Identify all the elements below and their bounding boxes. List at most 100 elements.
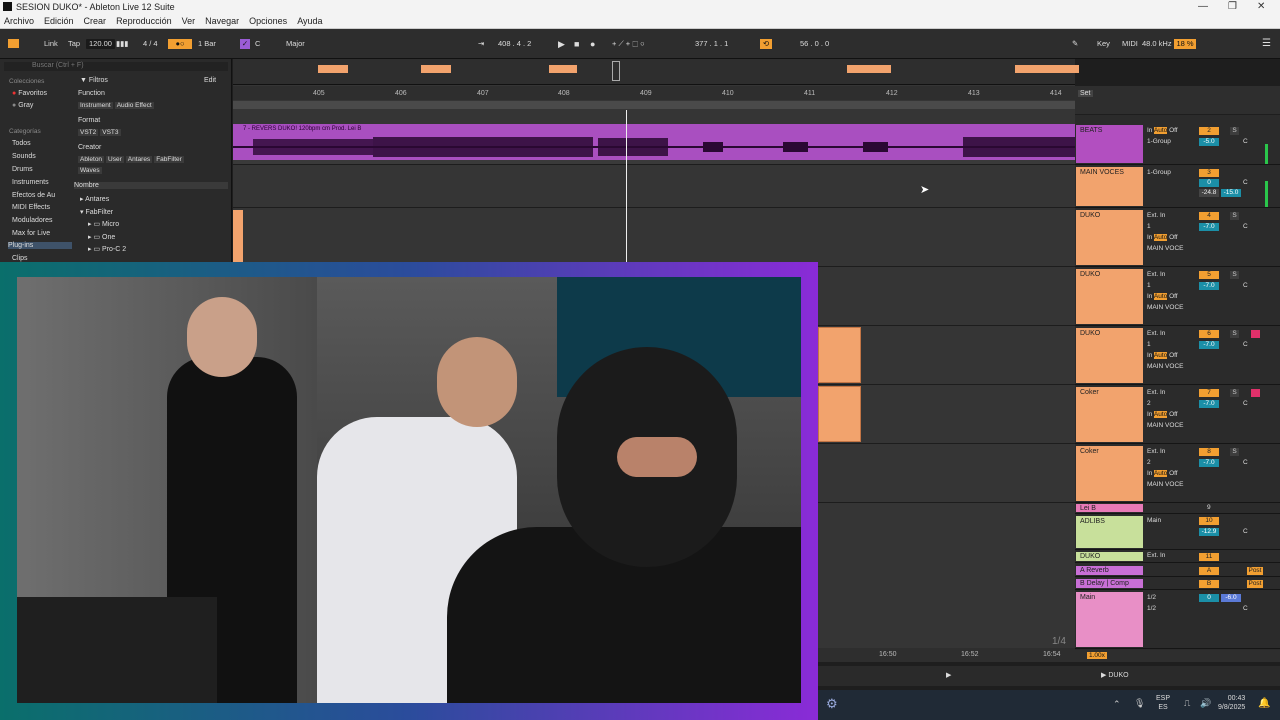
key-select[interactable]: C [255,39,260,49]
track-number[interactable]: 9 [1207,504,1211,511]
loop-icon[interactable]: ⟲ [760,39,772,49]
category-moduladores[interactable]: Moduladores [12,217,52,224]
loop-start-field[interactable]: 377 . 1 . 1 [695,39,728,49]
track-duko-4[interactable]: DUKO Ext. In 11 [1075,551,1280,563]
lane-main-voces[interactable] [233,166,1075,208]
track-name[interactable]: DUKO [1076,552,1143,561]
overview-viewport[interactable] [612,61,620,81]
volume-field[interactable]: -6.0 [1221,594,1241,602]
pan-field[interactable]: C [1243,528,1248,535]
scale-select[interactable]: Major [286,39,305,49]
volume-icon[interactable]: 🔊 [1200,698,1211,709]
stop-icon[interactable]: ■ [574,39,579,49]
category-drums[interactable]: Drums [12,166,33,173]
track-number[interactable]: 5 [1199,271,1219,279]
solo-button[interactable]: S [1230,330,1239,338]
track-number[interactable]: 8 [1199,448,1219,456]
track-coker-2[interactable]: Coker Ext. In 2 In Auto Off MAIN VOCE 8 … [1075,445,1280,503]
category-clips[interactable]: Clips [12,255,28,262]
track-number[interactable]: 11 [1199,553,1219,561]
output-route[interactable]: MAIN VOCE [1147,481,1183,488]
input-channel[interactable]: 1 [1147,282,1151,289]
menu-hamburger-icon[interactable]: ☰ [1262,39,1271,49]
set-button[interactable]: Set [1078,90,1093,97]
output-route[interactable]: 1-Group [1147,138,1171,145]
track-main-voces[interactable]: MAIN VOCES 1-Group 3 0 C -24.8 -15.0 [1075,166,1280,208]
browser-search-input[interactable]: Buscar (Ctrl + F) [4,62,228,71]
menu-ver[interactable]: Ver [182,16,196,26]
arm-button[interactable] [1251,330,1260,338]
track-name[interactable]: Main [1076,592,1143,647]
input-type[interactable]: Ext. In [1147,271,1165,278]
tag-user[interactable]: User [106,156,124,163]
menu-crear[interactable]: Crear [84,16,107,26]
solo-button[interactable]: S [1230,448,1239,456]
threshold-field[interactable]: -15.0 [1221,189,1241,197]
pan-field[interactable]: C [1243,282,1248,289]
output-route[interactable]: 1/2 [1147,594,1156,601]
track-duko-3[interactable]: DUKO Ext. In 1 In Auto Off MAIN VOCE 6 -… [1075,327,1280,385]
volume-field[interactable]: -5.0 [1199,138,1219,146]
tap-button[interactable]: Tap [68,39,80,49]
tree-antares[interactable]: ▸ Antares [80,195,109,203]
solo-button[interactable]: S [1230,127,1239,135]
post-button[interactable]: Post [1247,580,1263,588]
pan-field[interactable]: C [1243,223,1248,230]
minimize-icon[interactable]: — [1198,1,1208,12]
audio-clip[interactable] [818,386,861,442]
output-route[interactable]: MAIN VOCE [1147,422,1183,429]
play-clip-icon[interactable]: ▶ [946,671,951,679]
tree-one[interactable]: ▸ ▭ One [88,233,115,241]
tree-fabfilter[interactable]: ▾ FabFilter [80,208,113,216]
link-button[interactable]: Link [44,39,58,49]
track-adlibs[interactable]: ADLIBS Main 10 -12.9 C [1075,515,1280,550]
metronome-icon[interactable]: ●○ [168,39,192,49]
track-name[interactable]: MAIN VOCES [1076,167,1143,206]
pan-field[interactable]: C [1243,605,1248,612]
key-map-button[interactable]: Key [1097,39,1110,49]
lane-beats[interactable]: 7 - REVERS DUKO! 120bpm cm Prod. Lei B [233,124,1075,165]
input-channel[interactable]: 2 [1147,400,1151,407]
track-name[interactable]: Lei B [1076,504,1143,512]
category-audio-effects[interactable]: Efectos de Au [12,192,55,199]
restore-icon[interactable]: ❐ [1228,1,1237,12]
quantization-select[interactable]: 1 Bar [198,39,216,49]
track-number[interactable]: 4 [1199,212,1219,220]
solo-button[interactable]: S [1230,389,1239,397]
track-name[interactable]: B Delay | Comp [1076,579,1143,588]
microphone-icon[interactable]: 🎙 [1134,698,1145,709]
menu-archivo[interactable]: Archivo [4,16,34,26]
audio-clip-beats[interactable]: 7 - REVERS DUKO! 120bpm cm Prod. Lei B [233,124,1075,160]
pan-field[interactable]: C [1243,341,1248,348]
beat-time-ruler[interactable]: 405 406 407 408 409 410 411 412 413 414 [233,86,1075,100]
track-lei-b[interactable]: Lei B 9 [1075,503,1280,514]
notification-icon[interactable]: 🔔 [1258,698,1270,709]
close-icon[interactable]: ✕ [1257,1,1265,12]
scale-mode-icon[interactable]: ✓ [240,39,250,49]
input-channel[interactable]: 1 [1147,341,1151,348]
menu-ayuda[interactable]: Ayuda [297,16,322,26]
output-route-2[interactable]: 1/2 [1147,605,1156,612]
category-sounds[interactable]: Sounds [12,153,36,160]
pan-field[interactable]: C [1243,179,1248,186]
track-a-reverb[interactable]: A Reverb A Post [1075,565,1280,577]
pan-field[interactable]: C [1243,459,1248,466]
input-type[interactable]: Ext. In [1147,448,1165,455]
track-beats[interactable]: BEATS In Auto Off 1-Group 2 -5.0 C S [1075,124,1280,165]
track-number[interactable]: 7 [1199,389,1219,397]
time-ruler-bottom[interactable]: 16:50 16:52 16:54 [818,648,1075,662]
play-icon[interactable]: ▶ [558,39,565,49]
app-icon[interactable]: ⚙ [826,696,838,712]
output-route[interactable]: MAIN VOCE [1147,245,1183,252]
draw-mode-icon[interactable]: ✎ [1072,39,1078,49]
creator-filter[interactable]: Creator [78,144,101,151]
automation-icons[interactable]: + ⟋ + ⬚ ○ [612,39,645,49]
tag-ableton[interactable]: Ableton [78,156,105,163]
output-route[interactable]: MAIN VOCE [1147,304,1183,311]
song-position-field[interactable]: 408 . 4 . 2 [498,39,531,49]
tag-instrument[interactable]: Instrument [78,102,113,109]
track-name[interactable]: Coker [1076,387,1143,442]
track-name[interactable]: DUKO [1076,210,1143,265]
volume-field[interactable]: -7.0 [1199,341,1219,349]
tag-fabfilter[interactable]: FabFilter [154,156,184,163]
